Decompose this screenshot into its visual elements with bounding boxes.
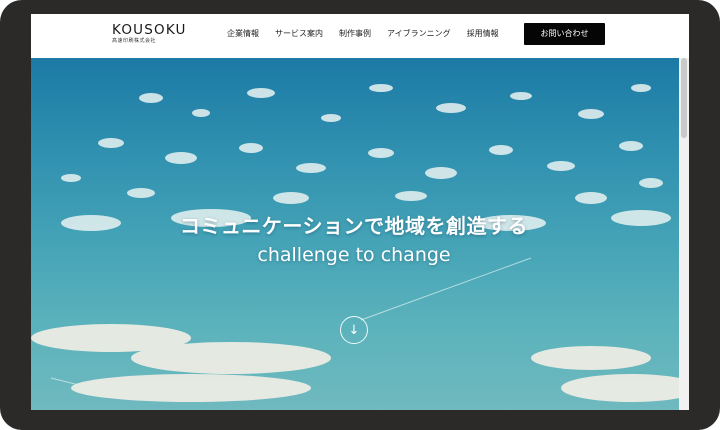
device-frame: KOUSOKU 高速印刷株式会社 企業情報 サービス案内 制作事例 アイブランニ… [0,0,720,430]
hero-section: コミュニケーションで地域を創造する challenge to change ↓ [31,58,689,410]
site-logo[interactable]: KOUSOKU 高速印刷株式会社 [112,23,187,45]
hero-subtitle: challenge to change [257,244,451,266]
nav-item-recruit[interactable]: 採用情報 [467,29,499,39]
nav-item-services[interactable]: サービス案内 [275,29,323,39]
contact-button[interactable]: お問い合わせ [524,23,605,45]
logo-subtitle: 高速印刷株式会社 [112,38,157,44]
browser-viewport: KOUSOKU 高速印刷株式会社 企業情報 サービス案内 制作事例 アイブランニ… [31,14,689,410]
page-scrollbar[interactable] [679,58,689,410]
nav-item-company[interactable]: 企業情報 [227,29,259,39]
hero-title: コミュニケーションで地域を創造する [179,214,529,238]
nav-item-works[interactable]: 制作事例 [339,29,371,39]
nav-item-ai-planning[interactable]: アイブランニング [387,29,451,39]
logo-text: KOUSOKU [112,22,187,38]
scrollbar-thumb[interactable] [681,58,687,138]
arrow-down-circle-icon[interactable]: ↓ [340,316,368,344]
main-nav: 企業情報 サービス案内 制作事例 アイブランニング 採用情報 [227,29,515,39]
site-header: KOUSOKU 高速印刷株式会社 企業情報 サービス案内 制作事例 アイブランニ… [31,14,689,58]
